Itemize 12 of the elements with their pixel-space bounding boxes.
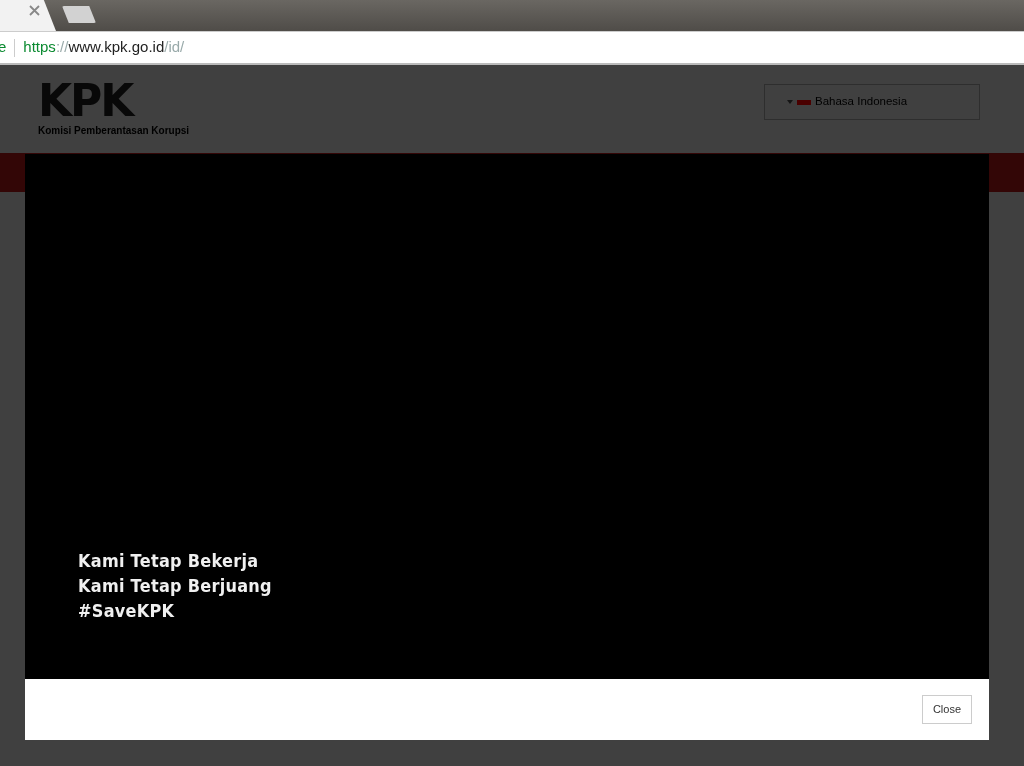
- banner-text: #SaveKPK: [78, 600, 176, 623]
- close-button[interactable]: Close: [921, 695, 972, 724]
- flag-icon: [797, 99, 811, 105]
- banner-text: Kami Tetap Berjuang: [78, 575, 273, 598]
- caret-icon: [787, 100, 793, 104]
- logo-subtitle: Komisi Pemberantasan Korupsi: [38, 124, 190, 138]
- new-tab-button[interactable]: [62, 6, 96, 23]
- banner-text: Kami Tetap Bekerja: [78, 550, 260, 573]
- close-icon[interactable]: [29, 5, 40, 16]
- browser-tab[interactable]: [0, 0, 56, 31]
- language-label: Bahasa Indonesia: [815, 94, 908, 110]
- url-text[interactable]: https://www.kpk.go.id/id/: [23, 36, 185, 59]
